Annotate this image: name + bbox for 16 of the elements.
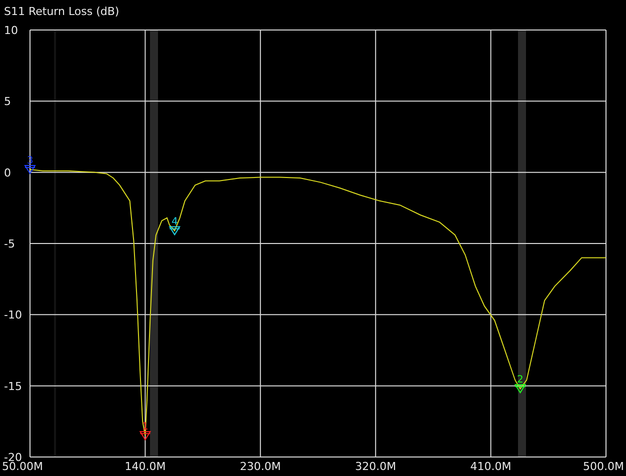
x-tick-label: 50.00M [2,460,43,473]
y-tick-label: -5 [4,238,15,250]
x-tick-label: 410.0M [470,460,512,473]
y-tick-label: 10 [4,24,18,37]
y-tick-label: -10 [4,308,22,322]
chart-title: S11 Return Loss (dB) [4,5,120,18]
y-tick-label: 5 [4,95,11,108]
x-tick-label: 230.0M [240,460,281,473]
marker-label: 4 [171,216,178,228]
y-tick-label: 0 [4,166,11,180]
x-tick-label: 500.0M [583,460,624,473]
x-tick-label: 320.0M [355,460,396,473]
x-tick-label: 140.0M [124,460,166,473]
y-tick-label: -15 [4,380,22,393]
marker-label: 1 [142,422,148,433]
marker-label: 2 [517,374,524,386]
